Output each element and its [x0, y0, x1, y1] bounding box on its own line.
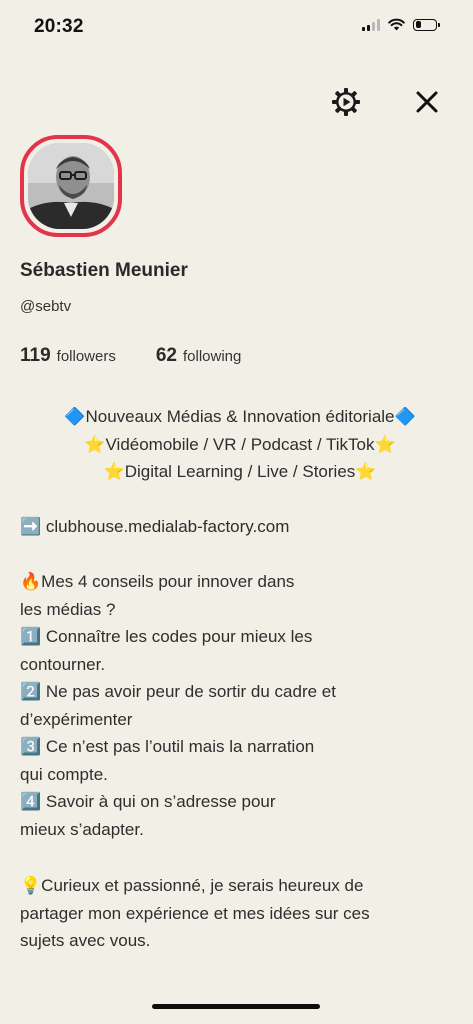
profile-name: Sébastien Meunier [20, 260, 188, 281]
bio-line: 🔥Mes 4 conseils pour innover dans [20, 572, 295, 591]
website-link[interactable]: ➡️ clubhouse.medialab-factory.com [20, 513, 460, 541]
close-icon [416, 91, 438, 113]
gear-icon [332, 88, 360, 116]
status-time: 20:32 [34, 16, 84, 37]
home-indicator[interactable] [152, 1004, 320, 1009]
profile-stats: 119 followers 62 following [20, 345, 241, 367]
bio-line: 1️⃣ Connaître les codes pour mieux les [20, 627, 313, 646]
followers-label: followers [56, 348, 116, 365]
bio-line: partager mon expérience et mes idées sur… [20, 903, 370, 923]
following-count: 62 [155, 345, 177, 366]
bio-line: d’expérimenter [20, 709, 133, 729]
avatar-photo [28, 143, 114, 229]
bio-tips: 🔥Mes 4 conseils pour innover dans les mé… [20, 568, 460, 843]
profile-handle: @sebtv [20, 298, 72, 315]
bio-line: 3️⃣ Ce n’est pas l’outil mais la narrati… [20, 737, 315, 756]
bio-line: contourner. [20, 654, 106, 674]
battery-icon [413, 18, 440, 31]
avatar[interactable] [20, 135, 122, 237]
bio-line: 2️⃣ Ne pas avoir peur de sortir du cadre… [20, 682, 336, 701]
bio-line: ⭐️Digital Learning / Live / Stories⭐️ [103, 462, 377, 481]
bio-line: 💡Curieux et passionné, je serais heureux… [20, 876, 364, 895]
bio-line: qui compte. [20, 764, 108, 784]
bio-headline: 🔷Nouveaux Médias & Innovation éditoriale… [20, 403, 460, 486]
bio-line: 4️⃣ Savoir à qui on s’adresse pour [20, 792, 276, 811]
bio-line: 🔷Nouveaux Médias & Innovation éditoriale… [64, 407, 416, 426]
bio-line: sujets avec vous. [20, 931, 151, 950]
status-icons [362, 18, 440, 31]
bio-closing: 💡Curieux et passionné, je serais heureux… [20, 872, 460, 955]
battery-level [415, 21, 421, 28]
cellular-signal-icon [362, 18, 380, 31]
bio-link: ➡️ clubhouse.medialab-factory.com [20, 513, 460, 541]
bio-line: ⭐️Vidéomobile / VR / Podcast / TikTok⭐️ [84, 434, 396, 454]
wifi-icon [388, 18, 405, 31]
top-actions [328, 84, 445, 120]
followers-count: 119 [20, 345, 51, 366]
followers-stat[interactable]: 119 followers [20, 345, 116, 367]
following-label: following [182, 348, 242, 365]
close-button[interactable] [409, 84, 445, 120]
following-stat[interactable]: 62 following [156, 345, 242, 367]
bio-line: les médias ? [20, 599, 116, 619]
settings-button[interactable] [328, 84, 364, 120]
bio-line: mieux s’adapter. [20, 819, 144, 839]
status-bar: 20:32 [0, 0, 473, 56]
